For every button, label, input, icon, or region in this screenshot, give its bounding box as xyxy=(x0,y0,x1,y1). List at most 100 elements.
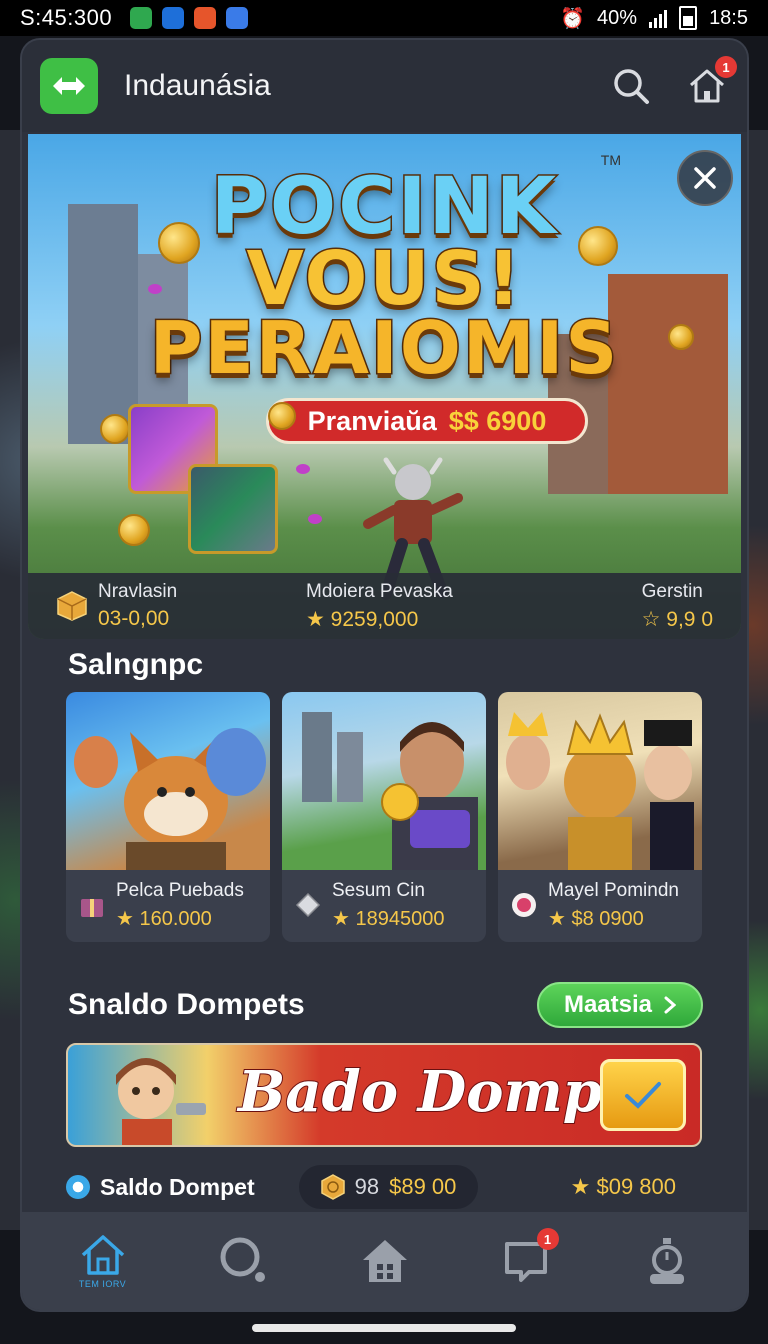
coin-icon xyxy=(158,222,200,264)
gem-icon xyxy=(308,514,322,524)
check-button[interactable] xyxy=(600,1059,686,1131)
stat-item: Mdoiera Pevaska ★ 9259,000 xyxy=(306,581,546,632)
tile-name: Mayel Pomindn xyxy=(548,879,679,901)
status-bar: S:45:300 ⏰ 40% 18:5 xyxy=(0,0,768,36)
game-tile[interactable]: Sesum Cin ★ 18945000 xyxy=(282,692,486,942)
hero-stats-bar: Nravlasin 03-0,00 Mdoiera Pevaska ★ 9259… xyxy=(28,573,741,639)
tile-art-royals xyxy=(498,692,702,870)
checkmark-icon xyxy=(625,1082,661,1109)
stat-name: Nravlasin xyxy=(98,581,178,602)
coin-icon xyxy=(578,226,618,266)
nav-home[interactable]: TEM IORV xyxy=(68,1226,138,1296)
see-more-button[interactable]: Maatsia xyxy=(537,982,703,1028)
game-tiles: Pelca Puebads ★ 160.000 Sesum Cin ★ 1894… xyxy=(66,692,702,942)
messages-badge: 1 xyxy=(536,1228,559,1250)
app-card: Indaunásia 1 TM POCINK VOUS! PERAIOMIS P… xyxy=(22,40,747,1310)
bottom-navigation: TEM IORV 1 xyxy=(22,1212,747,1310)
coin-balance-pill[interactable]: 98 $89 00 xyxy=(298,1165,479,1209)
battery-percent: 40% xyxy=(597,6,638,29)
tile-info: Pelca Puebads ★ 160.000 xyxy=(66,868,270,942)
section-title: Salngnpc xyxy=(68,648,204,681)
battery-icon xyxy=(679,6,698,30)
store-app-icon xyxy=(162,7,185,29)
notification-badge: 1 xyxy=(715,56,737,78)
nav-messages[interactable]: 1 xyxy=(491,1226,561,1296)
stat-value: 03-0,00 xyxy=(98,607,170,630)
girl-character-illustration xyxy=(116,1058,206,1145)
notification-icons xyxy=(130,7,249,29)
gem-icon xyxy=(148,284,162,294)
status-right: ⏰ 40% 18:5 xyxy=(560,6,748,31)
shopping-app-icon xyxy=(194,7,217,29)
stat-value: ★ 9259,000 xyxy=(306,607,419,631)
alarm-icon: ⏰ xyxy=(560,7,586,30)
tile-value: ★ 18945000 xyxy=(332,907,445,930)
swap-arrows-icon xyxy=(53,77,85,95)
treasure-chest-green xyxy=(188,464,278,554)
home-indicator[interactable] xyxy=(252,1324,516,1332)
top-bar: Indaunásia 1 xyxy=(22,40,747,132)
coin-icon xyxy=(118,514,150,546)
home-notifications-button[interactable]: 1 xyxy=(685,56,737,108)
see-more-label: Maatsia xyxy=(563,991,653,1018)
wallet-banner[interactable]: Bado Dompet xyxy=(66,1043,702,1147)
price-label: Pranviaŭa xyxy=(307,405,437,436)
nav-shop[interactable] xyxy=(350,1226,420,1296)
nav-home-caption: TEM IORV xyxy=(78,1279,127,1289)
price-value: $$ 6900 xyxy=(448,405,547,436)
badge-icon xyxy=(512,893,536,917)
coin-icon xyxy=(668,324,694,350)
signal-icon xyxy=(649,8,668,28)
close-button[interactable] xyxy=(677,150,733,206)
balance-label: Saldo Dompet xyxy=(66,1174,255,1201)
city-man-illustration xyxy=(302,712,478,870)
status-time: S:45:300 xyxy=(20,5,113,30)
game-tile[interactable]: Pelca Puebads ★ 160.000 xyxy=(66,692,270,942)
royal-characters-illustration xyxy=(506,712,694,870)
box-icon xyxy=(57,591,87,621)
coin-prefix: 98 xyxy=(354,1174,380,1199)
dog-characters-illustration xyxy=(74,728,266,870)
tile-info: Mayel Pomindn ★ $8 0900 xyxy=(498,868,702,942)
tile-info: Sesum Cin ★ 18945000 xyxy=(282,868,486,942)
coin-icon xyxy=(100,414,130,444)
coin-stack-icon xyxy=(320,1174,345,1200)
gem-icon xyxy=(296,464,310,474)
back-button[interactable] xyxy=(40,58,98,114)
close-icon xyxy=(694,167,716,189)
search-icon xyxy=(220,1237,265,1282)
stat-value: ☆ 9,9 0 xyxy=(641,607,713,631)
header-actions: 1 xyxy=(609,56,737,108)
stat-name: Gerstin xyxy=(641,580,703,602)
gift-box-icon xyxy=(81,899,103,917)
tile-value: ★ 160.000 xyxy=(116,907,212,930)
nav-search[interactable] xyxy=(209,1226,279,1296)
star-balance: ★ $09 800 xyxy=(570,1174,676,1199)
tile-art-city xyxy=(282,692,486,870)
search-icon xyxy=(614,69,649,104)
coin-icon xyxy=(268,402,296,430)
game-tile[interactable]: Mayel Pomindn ★ $8 0900 xyxy=(498,692,702,942)
coin-value: $89 00 xyxy=(389,1174,457,1199)
timer-icon xyxy=(649,1238,684,1284)
status-clock: 18:5 xyxy=(709,6,748,29)
page-title: Indaunásia xyxy=(124,69,271,102)
tile-value: ★ $8 0900 xyxy=(548,907,644,930)
settings-app-icon xyxy=(226,7,249,29)
messaging-app-icon xyxy=(130,7,153,29)
home-icon xyxy=(81,1235,124,1275)
wallet-balance-row: Saldo Dompet 98 $89 00 ★ $09 800 xyxy=(66,1164,702,1210)
store-icon xyxy=(362,1240,407,1282)
hero-title-line-3: PERAIOMIS xyxy=(148,305,620,392)
search-button[interactable] xyxy=(609,64,653,108)
stat-item: Gerstin ☆ 9,9 0 xyxy=(642,581,713,632)
stat-item: Nravlasin 03-0,00 xyxy=(56,581,306,631)
stat-name: Mdoiera Pevaska xyxy=(306,580,453,602)
nav-profile[interactable] xyxy=(632,1226,702,1296)
tile-art-dogs xyxy=(66,692,270,870)
diamond-icon xyxy=(295,892,321,918)
tile-name: Sesum Cin xyxy=(332,879,425,901)
price-badge[interactable]: Pranviaŭa $$ 6900 xyxy=(266,398,588,444)
hero-banner[interactable]: TM POCINK VOUS! PERAIOMIS Pranviaŭa $$ 6… xyxy=(28,134,741,639)
section-title: Snaldo Dompets xyxy=(68,988,305,1021)
